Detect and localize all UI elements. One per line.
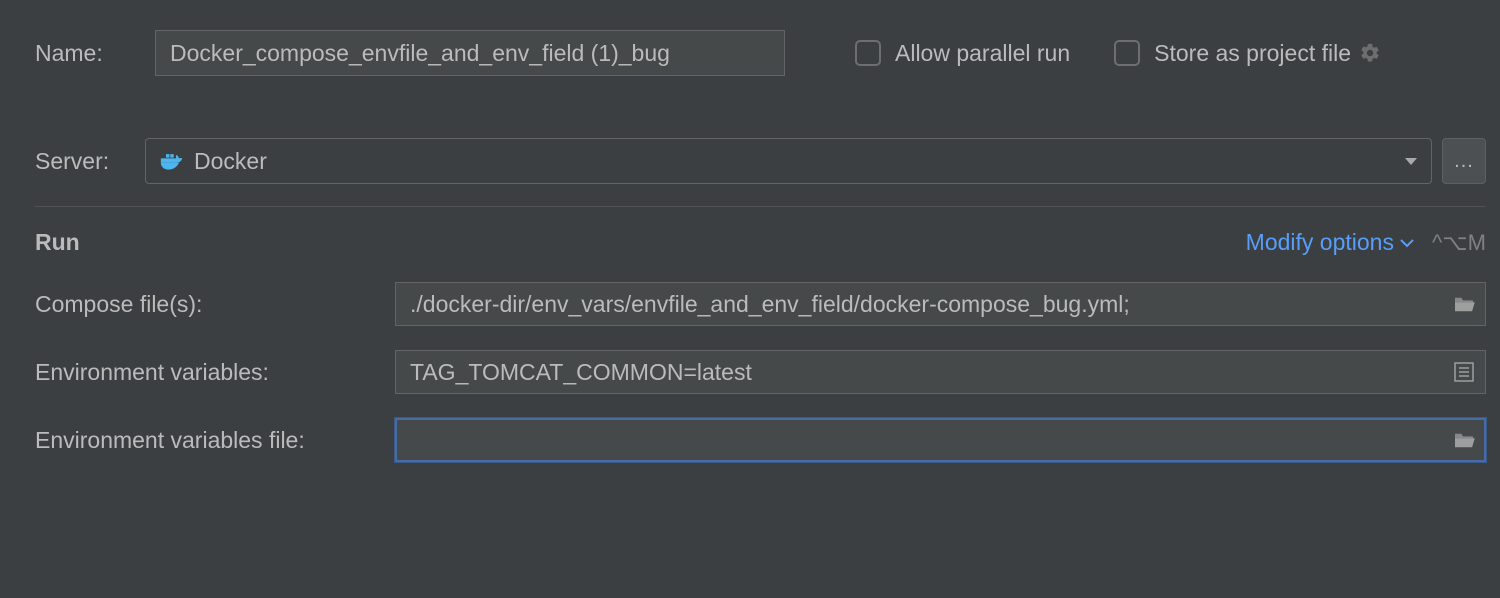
run-section-title: Run (35, 229, 80, 256)
server-row: Server: Docker ... (35, 138, 1486, 184)
ellipsis-label: ... (1454, 150, 1474, 173)
divider (35, 206, 1486, 207)
compose-files-label: Compose file(s): (35, 291, 395, 318)
name-input[interactable] (155, 30, 785, 76)
server-browse-button[interactable]: ... (1442, 138, 1486, 184)
server-label: Server: (35, 148, 145, 175)
compose-files-input[interactable] (395, 282, 1486, 326)
checkbox-icon (1114, 40, 1140, 66)
modify-options-shortcut: ^⌥M (1432, 230, 1486, 256)
run-config-panel: Name: Allow parallel run Store as projec… (0, 0, 1500, 462)
env-vars-file-row: Environment variables file: (35, 418, 1486, 462)
allow-parallel-run-option[interactable]: Allow parallel run (855, 40, 1070, 67)
env-vars-label: Environment variables: (35, 359, 395, 386)
name-row: Name: Allow parallel run Store as projec… (35, 30, 1486, 76)
chevron-down-icon (1405, 158, 1417, 165)
store-as-project-label: Store as project file (1154, 40, 1351, 67)
folder-icon[interactable] (1452, 429, 1476, 451)
server-selected-value: Docker (194, 148, 267, 175)
folder-icon[interactable] (1452, 293, 1476, 315)
checkbox-icon (855, 40, 881, 66)
allow-parallel-label: Allow parallel run (895, 40, 1070, 67)
run-section-header: Run Modify options ^⌥M (35, 229, 1486, 256)
modify-options-label: Modify options (1246, 229, 1394, 256)
env-vars-input[interactable] (395, 350, 1486, 394)
env-vars-row: Environment variables: (35, 350, 1486, 394)
env-vars-file-label: Environment variables file: (35, 427, 395, 454)
modify-options-link[interactable]: Modify options (1246, 229, 1414, 256)
server-select[interactable]: Docker (145, 138, 1432, 184)
chevron-down-icon (1400, 238, 1414, 248)
env-vars-file-input[interactable] (395, 418, 1486, 462)
docker-icon (160, 151, 184, 171)
compose-files-row: Compose file(s): (35, 282, 1486, 326)
name-label: Name: (35, 40, 155, 67)
gear-icon[interactable] (1359, 42, 1381, 64)
store-as-project-file-option[interactable]: Store as project file (1114, 40, 1351, 67)
list-icon[interactable] (1452, 361, 1476, 383)
